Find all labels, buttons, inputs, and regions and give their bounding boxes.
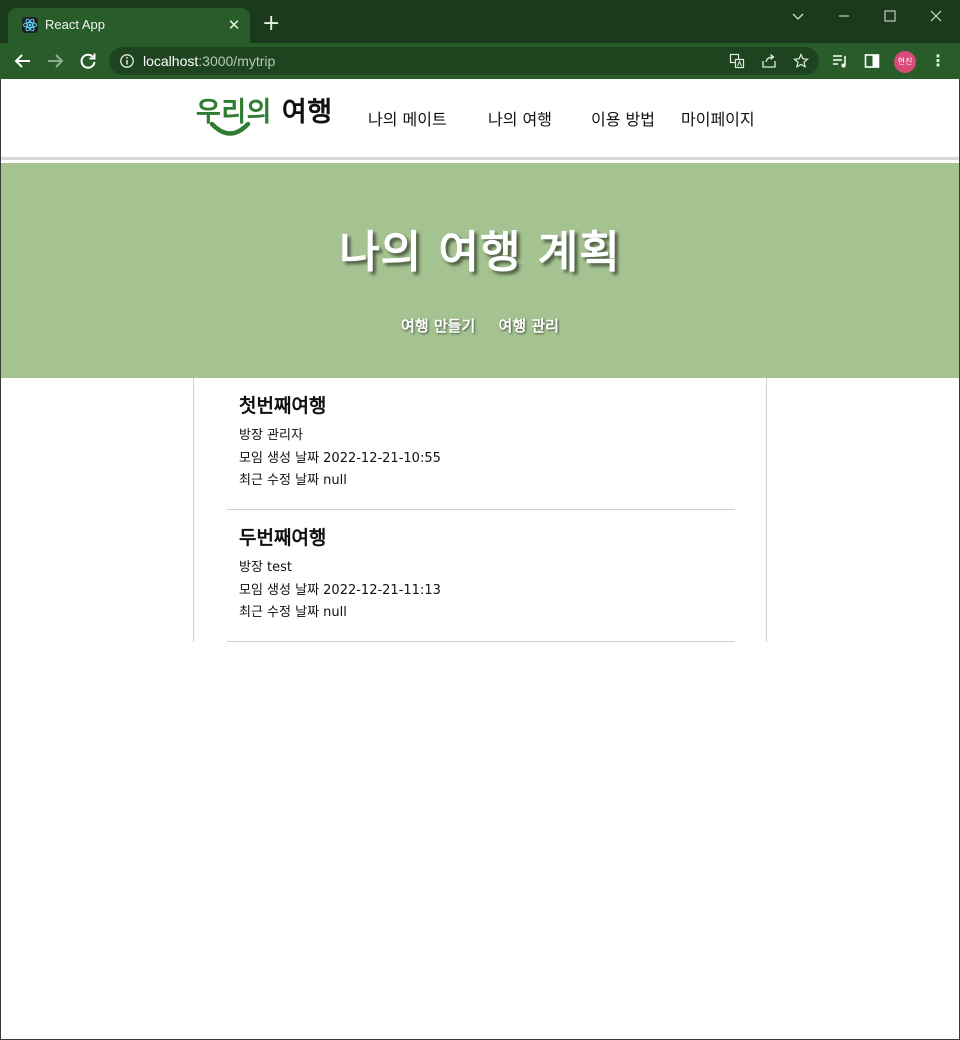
trip-owner: 방장 test [239, 560, 293, 575]
browser-menu-icon[interactable]: ⋮ [930, 52, 946, 70]
trip-list: 첫번째여행 방장 관리자 모임 생성 날짜 2022-12-21-10:55 최… [193, 378, 767, 642]
address-bar[interactable]: localhost:3000/mytrip [109, 47, 819, 75]
translate-icon[interactable] [729, 53, 745, 69]
tab-title: React App [45, 17, 105, 32]
page-title: 나의 여행 계획 [339, 227, 621, 278]
reading-list-icon[interactable] [832, 53, 848, 69]
trip-modified-date: 최근 수정 날짜 null [239, 473, 347, 488]
back-arrow-icon[interactable] [12, 51, 34, 71]
trip-card[interactable]: 두번째여행 방장 test 모임 생성 날짜 2022-12-21-11:13 … [227, 510, 735, 642]
browser-tab[interactable]: React App ✕ [8, 8, 250, 43]
hero-banner: 나의 여행 계획 여행 만들기 여행 관리 [1, 163, 959, 378]
react-favicon [22, 17, 38, 33]
hero-links: 여행 만들기 여행 관리 [1, 316, 959, 336]
maximize-icon[interactable] [880, 6, 900, 26]
tab-search-icon[interactable] [788, 6, 808, 26]
side-panel-icon[interactable] [864, 53, 880, 69]
create-trip-link[interactable]: 여행 만들기 [401, 316, 475, 336]
browser-toolbar: localhost:3000/mytrip 현진 ⋮ [0, 43, 960, 79]
page-viewport: 우리의 여행 나의 메이트 나의 여행 이용 방법 마이페이지 나의 여행 계획… [0, 79, 960, 1040]
logo-text-dark: 여행 [272, 97, 333, 128]
tab-close-icon[interactable]: ✕ [226, 17, 242, 33]
trip-name[interactable]: 첫번째여행 [239, 394, 326, 418]
nav-my-page[interactable]: 마이페이지 [681, 110, 755, 130]
minimize-icon[interactable] [834, 6, 854, 26]
url-text: localhost:3000/mytrip [143, 53, 275, 69]
manage-trip-link[interactable]: 여행 관리 [499, 316, 559, 336]
share-icon[interactable] [761, 53, 777, 69]
profile-avatar[interactable]: 현진 [894, 51, 916, 73]
trip-created-date: 모임 생성 날짜 2022-12-21-11:13 [239, 583, 441, 598]
nav-how-to-use[interactable]: 이용 방법 [591, 110, 655, 130]
url-host: localhost [143, 53, 199, 69]
trip-name[interactable]: 두번째여행 [239, 526, 326, 550]
site-header: 우리의 여행 나의 메이트 나의 여행 이용 방법 마이페이지 [1, 79, 959, 160]
forward-arrow-icon[interactable] [44, 51, 66, 71]
logo-smile-icon [209, 121, 251, 136]
nav-my-mate[interactable]: 나의 메이트 [368, 110, 447, 130]
trip-created-date: 모임 생성 날짜 2022-12-21-10:55 [239, 451, 441, 466]
new-tab-button[interactable]: + [262, 13, 280, 35]
browser-titlebar: React App ✕ + [0, 0, 960, 43]
site-logo[interactable]: 우리의 여행 [196, 95, 341, 143]
reload-icon[interactable] [77, 51, 99, 71]
url-path: :3000/mytrip [198, 53, 276, 69]
nav-my-trip[interactable]: 나의 여행 [488, 110, 552, 130]
trip-owner: 방장 관리자 [239, 428, 303, 443]
close-window-icon[interactable] [926, 6, 946, 26]
site-info-icon[interactable] [119, 53, 135, 69]
trip-modified-date: 최근 수정 날짜 null [239, 605, 347, 620]
trip-card[interactable]: 첫번째여행 방장 관리자 모임 생성 날짜 2022-12-21-10:55 최… [227, 378, 735, 510]
bookmark-star-icon[interactable] [793, 53, 809, 69]
